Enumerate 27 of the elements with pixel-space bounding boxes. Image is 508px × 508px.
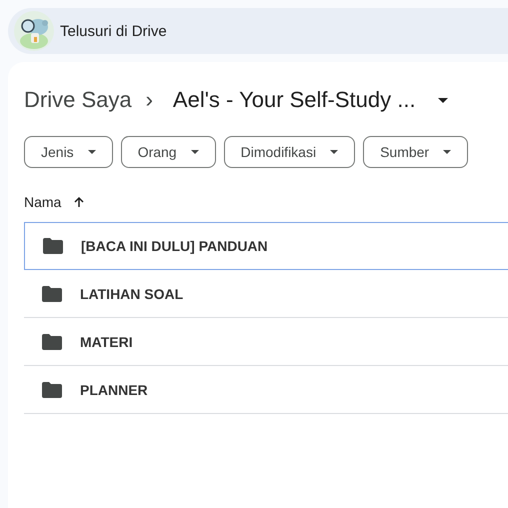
breadcrumb-link[interactable]: Drive Saya bbox=[24, 87, 132, 113]
filter-chip[interactable]: Jenis bbox=[24, 136, 113, 168]
sort-arrow-icon[interactable] bbox=[73, 196, 86, 208]
caret-icon[interactable] bbox=[438, 98, 448, 102]
folder-title[interactable]: Ael's - Your Self-Study ... bbox=[172, 87, 416, 113]
folder-row[interactable]: MATERI bbox=[24, 318, 508, 366]
search-field[interactable]: Telusuri di Drive bbox=[8, 8, 508, 54]
column-header[interactable]: Nama bbox=[24, 194, 62, 210]
folder-name: PLANNER bbox=[80, 382, 148, 398]
caret-icon bbox=[330, 150, 338, 154]
folder-icon bbox=[42, 334, 62, 350]
breadcrumb-separator: › bbox=[146, 87, 153, 113]
filter-chip[interactable]: Orang bbox=[120, 136, 216, 168]
caret-icon bbox=[443, 150, 452, 154]
folder-name: MATERI bbox=[80, 334, 133, 350]
folder-name: LATIHAN SOAL bbox=[80, 286, 184, 302]
filter-chip[interactable]: Sumber bbox=[363, 136, 468, 168]
caret-icon bbox=[190, 150, 199, 154]
folder-row[interactable]: PLANNER bbox=[24, 366, 508, 414]
folder-row[interactable]: [BACA INI DULU] PANDUAN bbox=[24, 222, 508, 270]
folder-row[interactable]: LATIHAN SOAL bbox=[24, 270, 508, 318]
folder-icon bbox=[43, 238, 63, 254]
filter-chip[interactable]: Dimodifikasi bbox=[224, 136, 356, 168]
caret-icon bbox=[88, 150, 96, 154]
folder-icon bbox=[42, 286, 62, 302]
folder-name: [BACA INI DULU] PANDUAN bbox=[81, 238, 268, 254]
folder-icon bbox=[42, 382, 62, 398]
